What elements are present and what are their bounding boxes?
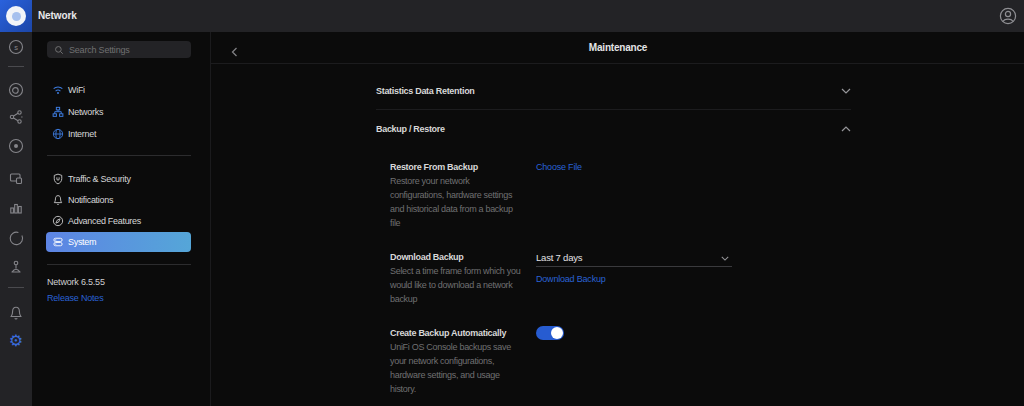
sidebar-item-notifications[interactable]: Notifications [46, 189, 191, 210]
sidebar-item-wifi[interactable]: WiFi [46, 79, 191, 101]
wifi-icon [52, 84, 64, 96]
sidebar-item-advanced-features[interactable]: Advanced Features [46, 210, 191, 231]
sidebar-item-networks[interactable]: Networks [46, 101, 191, 123]
internet-icon [52, 128, 64, 140]
row-label: Restore From Backup [390, 160, 851, 174]
row-description: UniFi OS Console backups save your netwo… [390, 340, 851, 396]
back-chevron-icon[interactable] [231, 43, 238, 61]
notifications-icon[interactable] [0, 305, 32, 321]
chevron-down-icon [721, 256, 729, 261]
station-icon[interactable] [0, 259, 32, 275]
shield-icon [52, 173, 64, 185]
section-backup-restore[interactable]: Backup / Restore [376, 110, 851, 147]
sidebar-item-label: Notifications [68, 195, 113, 205]
protect-icon[interactable] [0, 82, 32, 98]
settings-sidebar: Search Settings WiFi Networks Internet [32, 32, 210, 406]
release-notes-link[interactable]: Release Notes [47, 291, 103, 305]
main-header: Maintenance [211, 32, 1024, 64]
networks-icon [52, 106, 64, 118]
sidebar-divider [47, 264, 191, 265]
app-title: Network [38, 0, 77, 32]
section-title: Statistics Data Retention [376, 86, 475, 96]
sidebar-item-system[interactable]: System [46, 232, 191, 252]
sidebar-item-label: Traffic & Security [68, 174, 131, 184]
download-backup-link[interactable]: Download Backup [536, 272, 606, 286]
bell-icon [52, 194, 64, 206]
app-rail: s [0, 32, 32, 406]
advanced-features-icon [52, 215, 64, 227]
row-label: Create Backup Automatically [390, 326, 851, 340]
main-panel: Maintenance Statistics Data Retention Ba… [210, 32, 1024, 406]
sidebar-divider [47, 155, 191, 156]
search-settings-input[interactable]: Search Settings [47, 41, 191, 58]
timeframe-select[interactable]: Last 7 days [536, 250, 732, 267]
sidebar-item-label: Networks [68, 107, 103, 117]
sidebar-item-label: Internet [68, 129, 96, 139]
section-title: Backup / Restore [376, 124, 445, 134]
sidebar-item-internet[interactable]: Internet [46, 123, 191, 145]
account-icon[interactable] [999, 7, 1017, 25]
chevron-down-icon [841, 88, 851, 94]
sidebar-item-label: System [68, 237, 96, 247]
top-bar: Network [0, 0, 1024, 32]
timeframe-select-value: Last 7 days [536, 251, 582, 265]
page-title: Maintenance [211, 32, 1024, 64]
row-create-backup-automatically: Create Backup Automatically UniFi OS Con… [390, 326, 851, 396]
rail-divider [8, 66, 24, 67]
statistics-icon[interactable] [0, 200, 32, 216]
unifi-logo[interactable] [0, 0, 32, 32]
version-label: Network 6.5.55 [47, 275, 105, 289]
system-icon [52, 236, 64, 248]
search-placeholder: Search Settings [69, 45, 130, 55]
choose-file-link[interactable]: Choose File [536, 162, 582, 172]
svg-text:s: s [14, 43, 18, 52]
access-icon[interactable] [0, 138, 32, 154]
settings-icon[interactable]: ⚙ [0, 333, 32, 349]
search-icon [54, 45, 64, 55]
sidebar-item-traffic-security[interactable]: Traffic & Security [46, 168, 191, 189]
status-icon[interactable] [0, 230, 32, 246]
auto-backup-toggle[interactable] [536, 326, 564, 340]
rail-divider [8, 287, 24, 288]
chevron-up-icon [841, 126, 851, 132]
section-statistics-data-retention[interactable]: Statistics Data Retention [376, 72, 851, 110]
row-download-backup: Download Backup Select a time frame form… [390, 250, 851, 306]
topology-icon[interactable] [0, 109, 32, 125]
row-description: Restore your network configurations, har… [390, 174, 851, 230]
devices-icon[interactable] [0, 170, 32, 186]
sidebar-item-label: Advanced Features [68, 216, 141, 226]
row-restore-from-backup: Restore From Backup Restore your network… [390, 160, 851, 230]
console-icon[interactable]: s [0, 39, 32, 55]
sidebar-item-label: WiFi [68, 85, 85, 95]
